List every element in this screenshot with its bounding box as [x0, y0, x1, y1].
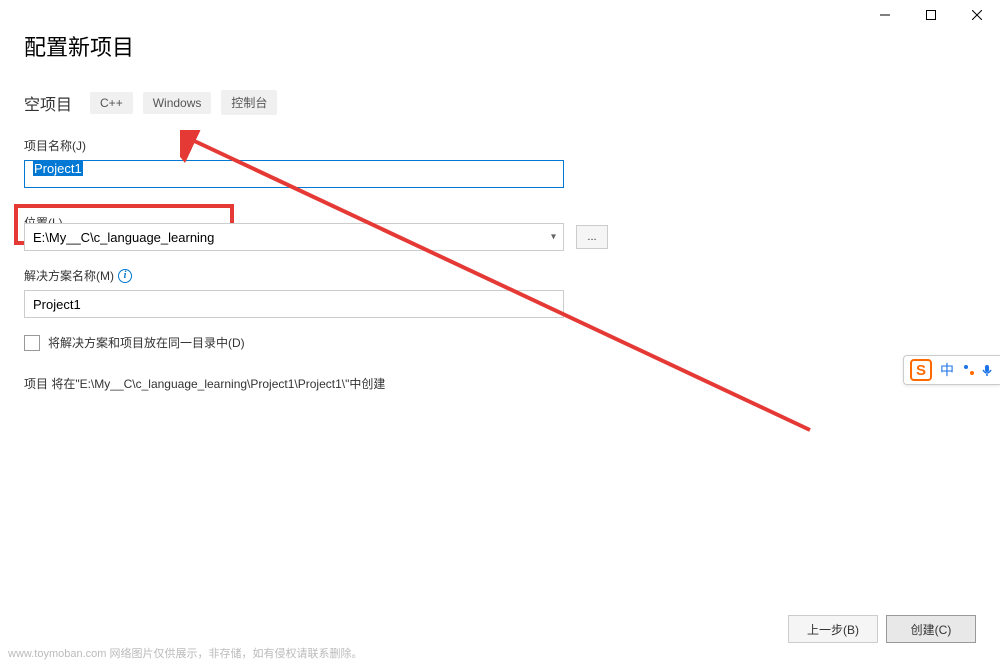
minimize-button[interactable] [862, 0, 908, 30]
project-name-input[interactable]: Project1 [24, 160, 564, 188]
template-name: 空项目 [24, 91, 72, 115]
ime-logo-icon: S [910, 359, 932, 381]
tag-console: 控制台 [221, 90, 277, 115]
project-name-field: 项目名称(J) Project1 [24, 137, 976, 188]
location-row: ▾ ... [24, 223, 976, 251]
location-input[interactable] [24, 223, 564, 251]
ime-toolbar[interactable]: S 中 [903, 355, 1000, 385]
browse-button[interactable]: ... [576, 225, 608, 249]
watermark-text: www.toymoban.com 网络图片仅供展示，非存储，如有侵权请联系删除。 [8, 645, 362, 661]
window-controls [862, 0, 1000, 30]
info-icon[interactable]: i [118, 269, 132, 283]
ime-language[interactable]: 中 [940, 360, 954, 380]
ime-extra-icons [962, 363, 994, 377]
solution-name-label: 解决方案名称(M) i [24, 267, 976, 284]
maximize-button[interactable] [908, 0, 954, 30]
subtitle-row: 空项目 C++ Windows 控制台 [24, 90, 976, 115]
same-directory-checkbox-row: 将解决方案和项目放在同一目录中(D) [24, 334, 976, 351]
close-button[interactable] [954, 0, 1000, 30]
project-name-label: 项目名称(J) [24, 137, 976, 154]
page-title: 配置新项目 [24, 30, 976, 62]
back-button[interactable]: 上一步(B) [788, 615, 878, 643]
create-button[interactable]: 创建(C) [886, 615, 976, 643]
solution-name-input[interactable] [24, 290, 564, 318]
ime-mic-icon[interactable] [980, 363, 994, 377]
ime-smile-icon[interactable] [962, 363, 976, 377]
solution-name-field: 解决方案名称(M) i [24, 267, 976, 318]
creation-summary: 项目 将在"E:\My__C\c_language_learning\Proje… [24, 375, 976, 392]
same-directory-checkbox[interactable] [24, 335, 40, 351]
tag-windows: Windows [143, 92, 212, 114]
tag-cpp: C++ [90, 92, 133, 114]
action-bar: 上一步(B) 创建(C) [788, 615, 976, 643]
same-directory-label: 将解决方案和项目放在同一目录中(D) [48, 334, 245, 351]
